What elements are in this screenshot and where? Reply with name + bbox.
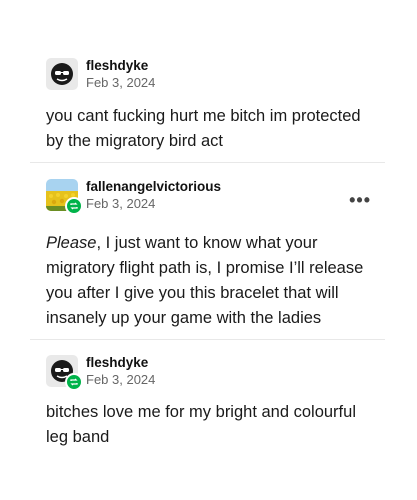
- post-date[interactable]: Feb 3, 2024: [86, 371, 155, 388]
- avatar[interactable]: [46, 355, 83, 391]
- divider: [30, 162, 385, 163]
- avatar[interactable]: [46, 179, 83, 215]
- post-body: bitches love me for my bright and colour…: [46, 403, 356, 446]
- sunglasses-face-icon: [46, 58, 78, 90]
- divider: [30, 339, 385, 340]
- post-date[interactable]: Feb 3, 2024: [86, 74, 155, 91]
- username[interactable]: fleshdyke: [86, 57, 155, 74]
- post-date[interactable]: Feb 3, 2024: [86, 195, 221, 212]
- post-header: fleshdyke Feb 3, 2024: [46, 354, 155, 391]
- post-header: fleshdyke Feb 3, 2024: [46, 57, 155, 91]
- username[interactable]: fleshdyke: [86, 354, 155, 371]
- avatar[interactable]: [46, 58, 78, 90]
- post-body: you cant fucking hurt me bitch im protec…: [46, 107, 361, 150]
- post-body-emphasis: Please: [46, 234, 97, 252]
- post-header: fallenangelvictorious Feb 3, 2024: [46, 178, 221, 215]
- username[interactable]: fallenangelvictorious: [86, 178, 221, 195]
- more-options-button[interactable]: •••: [349, 190, 371, 211]
- post-body: Please, I just want to know what your mi…: [46, 231, 376, 331]
- reblog-icon: [65, 373, 83, 391]
- reblog-icon: [65, 197, 83, 215]
